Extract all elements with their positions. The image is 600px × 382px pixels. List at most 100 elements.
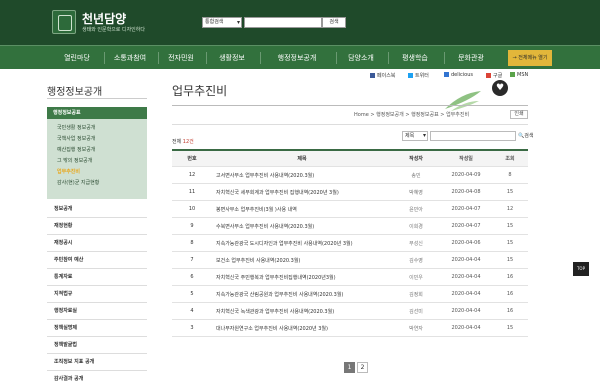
cell-author: 윤민아	[409, 206, 423, 213]
cell-title-link[interactable]: 지속가능관광국 도시디자인과 업무추진비 사용내역(2020년 3월)	[212, 240, 392, 247]
page-button-current[interactable]: 1	[344, 362, 355, 373]
share-msn[interactable]: MSN	[510, 72, 528, 78]
site-search: 통합검색 검색	[202, 17, 346, 28]
main-nav: 열린마당 소통과참여 전자민원 생활정보 행정정보공개 담양소개 평생학습 문화…	[0, 45, 600, 69]
twitter-icon	[408, 73, 413, 78]
nav-item-admin-disclosure[interactable]: 행정정보공개	[260, 46, 334, 70]
nav-item-about-damyang[interactable]: 담양소개	[336, 46, 386, 70]
site-brand[interactable]: 천년담양	[82, 10, 126, 27]
cell-title-link[interactable]: 고서면사무소 업무추진비 사용내역(2020.3월)	[212, 172, 392, 179]
facebook-icon	[370, 73, 375, 78]
sidebar-item[interactable]: 재정공시	[47, 235, 147, 252]
delicious-icon	[444, 72, 449, 77]
breadcrumb: Home > 행정정보공개 > 행정정보공표 > 업무추진비	[354, 112, 470, 118]
sidebar-item[interactable]: 행정자료실	[47, 303, 147, 320]
share-google[interactable]: 구글	[486, 72, 502, 79]
cell-author: 박혜영	[409, 189, 423, 196]
cell-author: 이희경	[409, 223, 423, 230]
cell-title-link[interactable]: 자치혁신국 주민행복과 업무추진비집행내역(2020년3월)	[212, 274, 392, 281]
share-delicious[interactable]: delicious	[444, 72, 473, 78]
page-title: 업무추진비	[172, 84, 228, 98]
cell-views: 8	[508, 172, 512, 178]
page-button[interactable]: 2	[357, 362, 368, 373]
nav-item-living-info[interactable]: 생활정보	[206, 46, 258, 70]
nav-item-communication[interactable]: 소통과참여	[104, 46, 156, 70]
cell-date: 2020-04-07	[451, 206, 481, 212]
sidebar-subitem[interactable]: 그 밖의 정보공개	[47, 156, 147, 167]
sidebar-group: 행정정보공표 국민생활 정보공개 국책사업 정보공개 예산집행 정보공개 그 밖…	[47, 107, 147, 199]
cell-title-link[interactable]: 자치혁신국 세무회계과 업무추진비 집행내역(2020년 3월)	[212, 189, 392, 196]
cell-title-link[interactable]: 보건소 업무추진비 사용내역(2020.3월)	[212, 257, 392, 264]
column-header: 작성일	[459, 156, 473, 162]
filter-search-button[interactable]: 🔍검색	[518, 131, 533, 141]
cell-views: 16	[506, 274, 514, 280]
scroll-top-button[interactable]: TOP	[573, 262, 589, 276]
cell-views: 15	[506, 257, 514, 263]
sidebar-subitem[interactable]: 예산집행 정보공개	[47, 145, 147, 156]
filter-field-select[interactable]: 제목	[402, 131, 428, 141]
sidebar-group-title[interactable]: 행정정보공표	[47, 107, 147, 119]
sidebar-item[interactable]: 감사결과 공개	[47, 371, 147, 382]
cell-number: 8	[190, 240, 194, 246]
print-button[interactable]: 인쇄	[510, 110, 528, 119]
table-row: 10 봉면사무소 업무추진비(3월 )사용 내역 윤민아 2020-04-07 12	[172, 201, 528, 218]
table-header-row: 번호 제목 작성자 작성일 조회	[172, 151, 528, 167]
cell-number: 12	[188, 172, 196, 178]
sidebar-item[interactable]: 통계자료	[47, 269, 147, 286]
cell-author: 송민	[411, 172, 421, 179]
cell-number: 4	[190, 308, 194, 314]
sidebar-subitem[interactable]: 국민생활 정보공개	[47, 123, 147, 134]
sidebar-item[interactable]: 정책실명제	[47, 320, 147, 337]
share-facebook[interactable]: 페이스북	[370, 72, 395, 79]
table-row: 5 지속가능관광국 산림공원과 업무추진비 사용내역(2020.3월) 김정희 202…	[172, 286, 528, 303]
cell-author: 부성신	[409, 240, 423, 247]
nav-item-open-square[interactable]: 열린마당	[52, 46, 102, 70]
cell-views: 15	[506, 223, 514, 229]
sidebar-subitem[interactable]: 감사(현)균 지급현황	[47, 178, 147, 189]
heart-icon[interactable]: ♥	[492, 80, 508, 96]
sidebar-title: 행정정보공개	[47, 87, 103, 98]
cell-number: 9	[190, 223, 194, 229]
cell-title-link[interactable]: 지속가능관광국 산림공원과 업무추진비 사용내역(2020.3월)	[212, 291, 392, 298]
sidebar-item[interactable]: 재정현황	[47, 218, 147, 235]
cell-title-link[interactable]: 봉면사무소 업무추진비(3월 )사용 내역	[212, 206, 392, 213]
table-row: 8 지속가능관광국 도시디자인과 업무추진비 사용내역(2020년 3월) 부성신 2…	[172, 235, 528, 252]
search-button[interactable]: 검색	[322, 17, 346, 28]
sidebar-item[interactable]: 지적법규	[47, 286, 147, 303]
cell-number: 3	[190, 325, 194, 331]
search-input[interactable]	[244, 17, 322, 28]
cell-author: 김정희	[409, 291, 423, 298]
all-menu-button[interactable]: → 전체메뉴 열기	[508, 50, 552, 66]
table-row: 6 자치혁신국 주민행복과 업무추진비집행내역(2020년3월) 이민우 2020-0…	[172, 269, 528, 286]
cell-title-link[interactable]: 자치혁신국 녹색관광과 업무추진비 사용내역(2020.3월)	[212, 308, 392, 315]
total-count: 전체 12건	[172, 139, 194, 145]
breadcrumb-divider	[172, 124, 528, 125]
sidebar-item[interactable]: 정보공개	[47, 201, 147, 218]
cell-views: 15	[506, 325, 514, 331]
cell-number: 5	[190, 291, 194, 297]
search-scope-select[interactable]: 통합검색	[202, 17, 242, 28]
sidebar-item[interactable]: 조직정보 지표 공개	[47, 354, 147, 371]
sidebar-item[interactable]: 주민참여 예산	[47, 252, 147, 269]
share-twitter[interactable]: 트위터	[408, 72, 429, 79]
cell-date: 2020-04-04	[451, 274, 481, 280]
cell-date: 2020-04-09	[451, 172, 481, 178]
sidebar-subitem[interactable]: 국책사업 정보공개	[47, 134, 147, 145]
site-slogan: 생태와 인문학으로 디자인하다	[82, 27, 145, 33]
filter-search-input[interactable]	[430, 131, 516, 141]
sidebar-divider	[47, 98, 147, 99]
sidebar-item[interactable]: 정책발굴법	[47, 337, 147, 354]
sidebar-subitem-active[interactable]: 업무추진비	[47, 167, 147, 178]
cell-title-link[interactable]: 수북면사무소 업무추진비 사용내역(2020.3월)	[212, 223, 392, 230]
table-row: 4 자치혁신국 녹색관광과 업무추진비 사용내역(2020.3월) 김선미 2020-…	[172, 303, 528, 320]
nav-item-lifelong-learning[interactable]: 평생학습	[388, 46, 442, 70]
cell-views: 16	[506, 308, 514, 314]
logo-emblem-icon[interactable]	[52, 10, 76, 34]
table-row: 11 자치혁신국 세무회계과 업무추진비 집행내역(2020년 3월) 박혜영 202…	[172, 184, 528, 201]
cell-author: 박연자	[409, 325, 423, 332]
nav-item-civil-service[interactable]: 전자민원	[158, 46, 204, 70]
cell-title-link[interactable]: 대나무자원연구소 업무추진비 사용내역(2020년 3월)	[212, 325, 392, 332]
cell-date: 2020-04-06	[451, 240, 481, 246]
nav-item-culture-tourism[interactable]: 문화관광	[444, 46, 498, 70]
cell-views: 16	[506, 291, 514, 297]
